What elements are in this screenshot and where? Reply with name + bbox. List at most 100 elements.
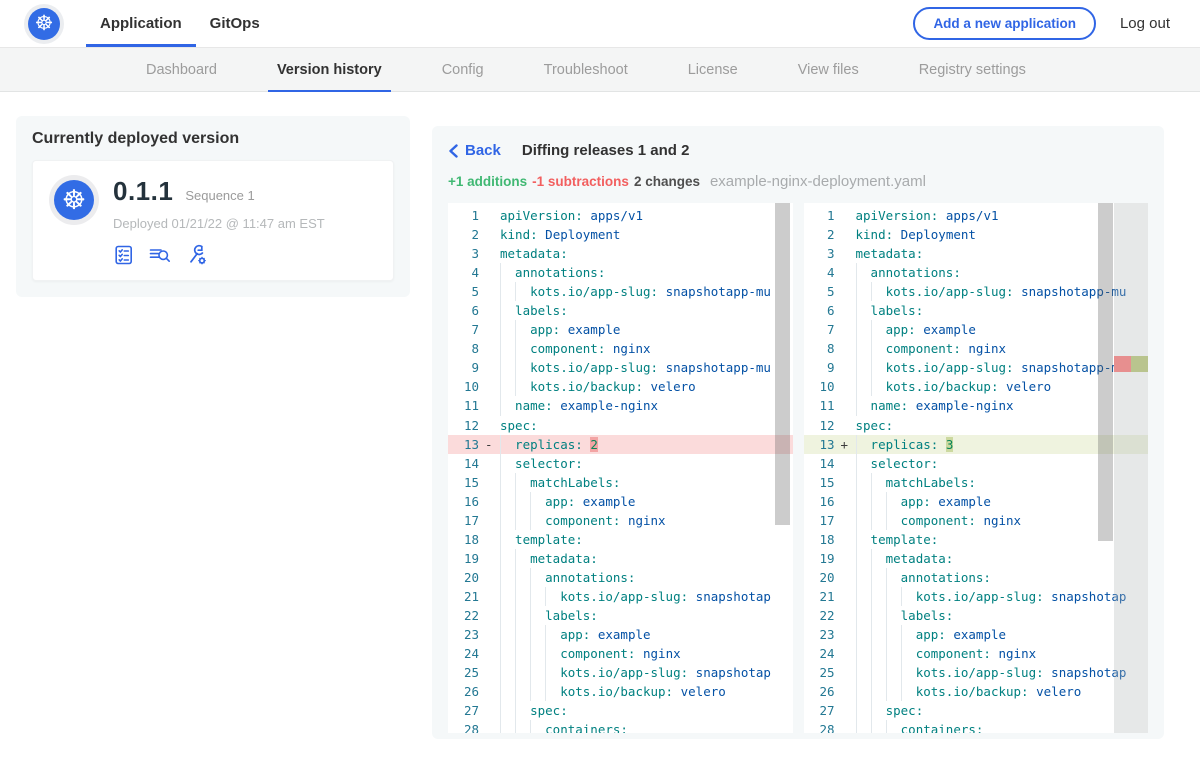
code-line: 20annotations: — [804, 568, 1149, 587]
deployed-version-details: 0.1.1 Sequence 1 Deployed 01/21/22 @ 11:… — [113, 175, 325, 266]
code-line: 13+replicas: 3 — [804, 435, 1149, 454]
edit-config-icon[interactable] — [185, 244, 209, 266]
code-line: 21kots.io/app-slug: snapshotap — [448, 587, 793, 606]
main-content: Currently deployed version ☸ 0.1.1 Seque… — [0, 92, 1200, 739]
code-lines-modified: 1apiVersion: apps/v12kind: Deployment3me… — [804, 206, 1149, 733]
kubernetes-helm-icon: ☸ — [54, 180, 94, 220]
deployed-timestamp: Deployed 01/21/22 @ 11:47 am EST — [113, 216, 325, 231]
code-line: 27spec: — [448, 701, 793, 720]
kubernetes-logo[interactable]: ☸ — [24, 4, 64, 44]
code-line: 20annotations: — [448, 568, 793, 587]
code-line: 8component: nginx — [448, 339, 793, 358]
code-line: 28containers: — [448, 720, 793, 733]
code-line: 13-replicas: 2 — [448, 435, 793, 454]
code-line: 27spec: — [804, 701, 1149, 720]
tab-dashboard[interactable]: Dashboard — [137, 48, 226, 91]
version-number: 0.1.1 — [113, 176, 173, 207]
code-line: 12spec: — [804, 416, 1149, 435]
code-line: 22labels: — [804, 606, 1149, 625]
code-line: 7app: example — [804, 320, 1149, 339]
code-line: 26kots.io/backup: velero — [448, 682, 793, 701]
top-tabs: Application GitOps — [86, 0, 274, 47]
code-line: 18template: — [448, 530, 793, 549]
tab-version-history[interactable]: Version history — [268, 48, 391, 91]
additions-count: +1 additions — [448, 174, 527, 189]
deployed-card-title: Currently deployed version — [32, 130, 394, 148]
code-line: 7app: example — [448, 320, 793, 339]
overview-added-mark — [1131, 356, 1148, 372]
logout-link[interactable]: Log out — [1120, 15, 1170, 32]
code-line: 24component: nginx — [804, 644, 1149, 663]
code-line: 10kots.io/backup: velero — [448, 377, 793, 396]
changes-count: 2 changes — [634, 174, 700, 189]
code-line: 22labels: — [448, 606, 793, 625]
code-line: 12spec: — [448, 416, 793, 435]
code-line: 1apiVersion: apps/v1 — [804, 206, 1149, 225]
code-line: 26kots.io/backup: velero — [804, 682, 1149, 701]
tab-gitops[interactable]: GitOps — [196, 0, 274, 47]
code-line: 6labels: — [804, 301, 1149, 320]
sequence-label: Sequence 1 — [185, 188, 254, 203]
diff-pane-modified: 1apiVersion: apps/v12kind: Deployment3me… — [804, 203, 1149, 733]
tab-application[interactable]: Application — [86, 0, 196, 47]
currently-deployed-card: Currently deployed version ☸ 0.1.1 Seque… — [16, 116, 410, 297]
code-line: 24component: nginx — [448, 644, 793, 663]
app-logo: ☸ — [49, 175, 99, 225]
deployed-version-card: ☸ 0.1.1 Sequence 1 Deployed 01/21/22 @ 1… — [32, 160, 394, 281]
code-line: 4annotations: — [448, 263, 793, 282]
scrollbar-thumb[interactable] — [1098, 203, 1113, 541]
chevron-left-icon — [448, 144, 459, 158]
code-line: 2kind: Deployment — [804, 225, 1149, 244]
subtractions-count: -1 subtractions — [532, 174, 629, 189]
tab-view-files[interactable]: View files — [789, 48, 868, 91]
view-files-icon[interactable] — [148, 244, 172, 266]
preflight-checks-icon[interactable] — [113, 244, 135, 266]
code-line: 1apiVersion: apps/v1 — [448, 206, 793, 225]
code-line: 23app: example — [448, 625, 793, 644]
tab-registry-settings[interactable]: Registry settings — [910, 48, 1035, 91]
code-line: 2kind: Deployment — [448, 225, 793, 244]
code-line: 14selector: — [448, 454, 793, 473]
diff-overview-ruler[interactable] — [1114, 203, 1148, 733]
code-line: 3metadata: — [448, 244, 793, 263]
code-line: 21kots.io/app-slug: snapshotap — [804, 587, 1149, 606]
version-action-icons — [113, 244, 325, 266]
code-line: 3metadata: — [804, 244, 1149, 263]
kubernetes-helm-icon: ☸ — [28, 8, 60, 40]
top-nav: ☸ Application GitOps Add a new applicati… — [0, 0, 1200, 48]
diff-editor: 1apiVersion: apps/v12kind: Deployment3me… — [448, 203, 1148, 733]
code-line: 5kots.io/app-slug: snapshotapp-mu — [448, 282, 793, 301]
code-line: 16app: example — [804, 492, 1149, 511]
back-link[interactable]: Back — [448, 142, 501, 159]
code-line: 14selector: — [804, 454, 1149, 473]
code-line: 18template: — [804, 530, 1149, 549]
app-sub-nav: Dashboard Version history Config Trouble… — [0, 48, 1200, 92]
code-line: 9kots.io/app-slug: snapshotapp-mu — [804, 358, 1149, 377]
code-line: 17component: nginx — [448, 511, 793, 530]
add-application-button[interactable]: Add a new application — [913, 7, 1096, 40]
top-nav-actions: Add a new application Log out — [913, 0, 1170, 47]
code-line: 8component: nginx — [804, 339, 1149, 358]
code-line: 25kots.io/app-slug: snapshotap — [448, 663, 793, 682]
code-line: 11name: example-nginx — [448, 396, 793, 415]
diff-panel: Back Diffing releases 1 and 2 +1 additio… — [432, 126, 1164, 739]
diff-filename: example-nginx-deployment.yaml — [710, 173, 926, 190]
code-line: 17component: nginx — [804, 511, 1149, 530]
code-line: 10kots.io/backup: velero — [804, 377, 1149, 396]
tab-troubleshoot[interactable]: Troubleshoot — [535, 48, 637, 91]
tab-license[interactable]: License — [679, 48, 747, 91]
code-line: 5kots.io/app-slug: snapshotapp-mu — [804, 282, 1149, 301]
code-line: 15matchLabels: — [448, 473, 793, 492]
code-line: 15matchLabels: — [804, 473, 1149, 492]
code-line: 9kots.io/app-slug: snapshotapp-mu — [448, 358, 793, 377]
code-line: 6labels: — [448, 301, 793, 320]
code-line: 28containers: — [804, 720, 1149, 733]
code-lines-original: 1apiVersion: apps/v12kind: Deployment3me… — [448, 206, 793, 733]
code-line: 16app: example — [448, 492, 793, 511]
code-line: 19metadata: — [804, 549, 1149, 568]
overview-removed-mark — [1114, 356, 1131, 372]
diff-pane-original: 1apiVersion: apps/v12kind: Deployment3me… — [448, 203, 793, 733]
scrollbar-thumb[interactable] — [775, 203, 790, 525]
tab-config[interactable]: Config — [433, 48, 493, 91]
code-line: 11name: example-nginx — [804, 396, 1149, 415]
